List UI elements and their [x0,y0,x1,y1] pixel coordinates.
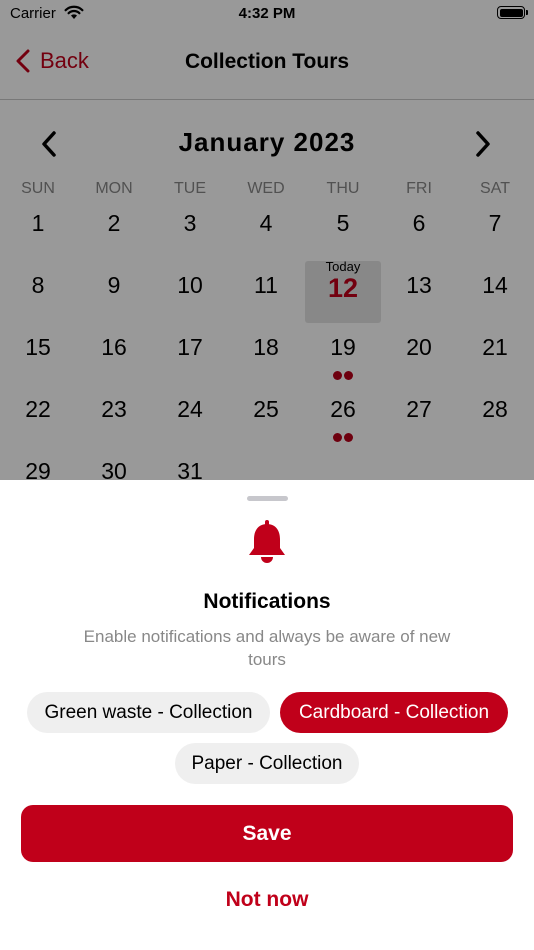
sheet-grabber[interactable] [247,496,288,501]
chip-green-waste-collection[interactable]: Green waste - Collection [27,692,270,733]
chip-paper-collection[interactable]: Paper - Collection [175,743,359,784]
screen: Carrier 4:32 PM Back Collection Tours Ja [0,0,534,950]
bell-icon [248,520,286,571]
save-button[interactable]: Save [21,805,513,862]
not-now-button[interactable]: Not now [0,888,534,912]
notifications-sheet: Notifications Enable notifications and a… [0,480,534,950]
chip-cardboard-collection[interactable]: Cardboard - Collection [280,692,508,733]
sheet-title: Notifications [203,590,331,613]
sheet-description: Enable notifications and always be aware… [83,627,451,669]
